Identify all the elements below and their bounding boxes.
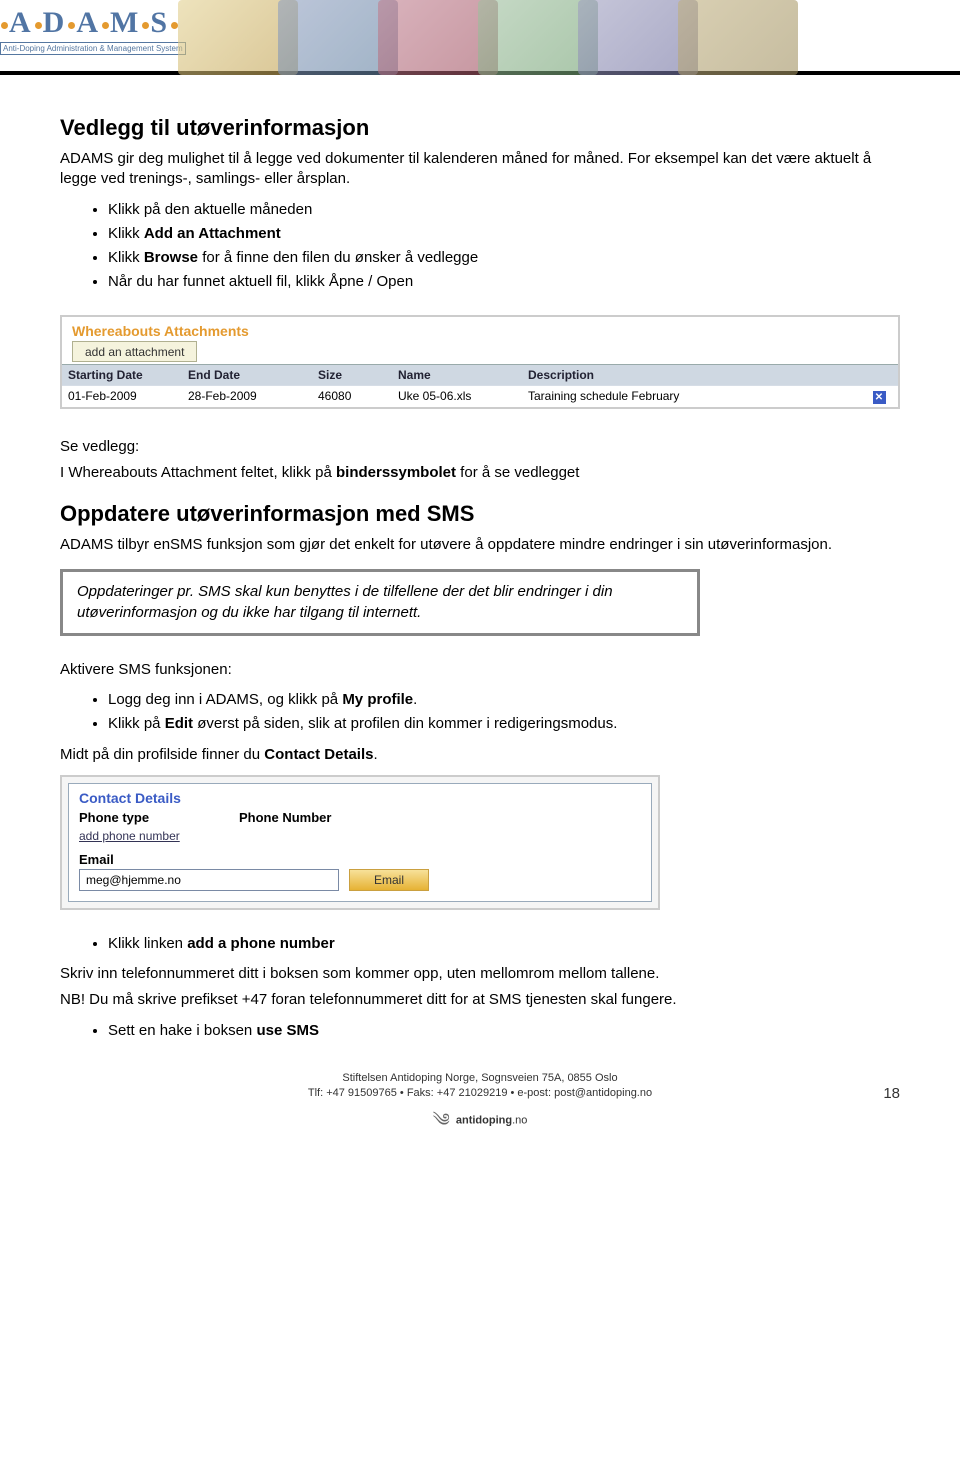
wa-start-date: 01-Feb-2009 — [68, 389, 188, 404]
bullet-list-use-sms: Sett en hake i boksen use SMS — [60, 1021, 900, 1041]
footer-contact: Tlf: +47 91509765 • Faks: +47 21029219 •… — [60, 1086, 900, 1101]
paragraph-sms-intro: ADAMS tilbyr enSMS funksjon som gjør det… — [60, 535, 900, 555]
paragraph-phone-instruction: Skriv inn telefonnummeret ditt i boksen … — [60, 964, 900, 984]
wa-row: 01-Feb-2009 28-Feb-2009 46080 Uke 05-06.… — [62, 385, 898, 407]
page-number: 18 — [883, 1083, 900, 1104]
header-athletes-image — [178, 0, 878, 75]
bullet-item: Logg deg inn i ADAMS, og klikk på My pro… — [108, 690, 900, 710]
add-attachment-tab[interactable]: add an attachment — [72, 341, 197, 362]
bullet-item: Klikk på den aktuelle måneden — [108, 200, 900, 220]
logo: ADAMS Anti-Doping Administration & Manag… — [0, 6, 186, 55]
cd-col-phone-number: Phone Number — [239, 810, 641, 825]
wa-filename: Uke 05-06.xls — [398, 389, 528, 404]
see-attachment-instruction: I Whereabouts Attachment feltet, klikk p… — [60, 463, 900, 483]
cd-col-phone-type: Phone type — [79, 810, 239, 825]
paragraph-intro-attachments: ADAMS gir deg mulighet til å legge ved d… — [60, 149, 900, 190]
heading-attachments: Vedlegg til utøverinformasjon — [60, 115, 900, 141]
page-footer: Stiftelsen Antidoping Norge, Sognsveien … — [60, 1071, 900, 1133]
cd-email-input[interactable] — [79, 869, 339, 891]
cd-email-button[interactable]: Email — [349, 869, 429, 891]
bullet-item: Sett en hake i boksen use SMS — [108, 1021, 900, 1041]
bullet-item: Når du har funnet aktuell fil, klikk Åpn… — [108, 272, 900, 292]
bullet-list-activate-sms: Logg deg inn i ADAMS, og klikk på My pro… — [60, 690, 900, 735]
whereabouts-attachments-screenshot: Whereabouts Attachments add an attachmen… — [60, 315, 900, 409]
see-attachment-label: Se vedlegg: — [60, 437, 900, 457]
heading-sms: Oppdatere utøverinformasjon med SMS — [60, 501, 900, 527]
note-box-sms: Oppdateringer pr. SMS skal kun benyttes … — [60, 569, 700, 636]
bullet-item: Klikk Add an Attachment — [108, 224, 900, 244]
footer-address: Stiftelsen Antidoping Norge, Sognsveien … — [60, 1071, 900, 1086]
bullet-list-add-phone: Klikk linken add a phone number — [60, 934, 900, 954]
footer-logo: ༄ antidoping.no — [60, 1108, 900, 1133]
bullet-list-attachments: Klikk på den aktuelle måneden Klikk Add … — [60, 200, 900, 293]
wa-title: Whereabouts Attachments — [62, 317, 898, 341]
header-band: ADAMS Anti-Doping Administration & Manag… — [0, 0, 960, 75]
bullet-item: Klikk Browse for å finne den filen du øn… — [108, 248, 900, 268]
wa-size: 46080 — [318, 389, 398, 404]
paragraph-contact-details: Midt på din profilside finner du Contact… — [60, 745, 900, 765]
add-phone-number-link[interactable]: add phone number — [79, 829, 180, 843]
swirl-icon: ༄ — [433, 1110, 450, 1130]
wa-end-date: 28-Feb-2009 — [188, 389, 318, 404]
bullet-item: Klikk på Edit øverst på siden, slik at p… — [108, 714, 900, 734]
paragraph-phone-prefix-note: NB! Du må skrive prefikset +47 foran tel… — [60, 990, 900, 1010]
logo-subtitle: Anti-Doping Administration & Management … — [0, 42, 186, 55]
cd-title: Contact Details — [69, 784, 651, 808]
activate-sms-title: Aktivere SMS funksjonen: — [60, 660, 900, 680]
logo-text: ADAMS — [0, 6, 179, 40]
bullet-item: Klikk linken add a phone number — [108, 934, 900, 954]
delete-icon[interactable]: ✕ — [873, 391, 886, 404]
wa-headers: Starting Date End Date Size Name Descrip… — [62, 364, 898, 385]
contact-details-screenshot: Contact Details Phone type Phone Number … — [60, 775, 660, 910]
cd-email-label: Email — [79, 852, 641, 867]
wa-description: Taraining schedule February — [528, 389, 866, 404]
